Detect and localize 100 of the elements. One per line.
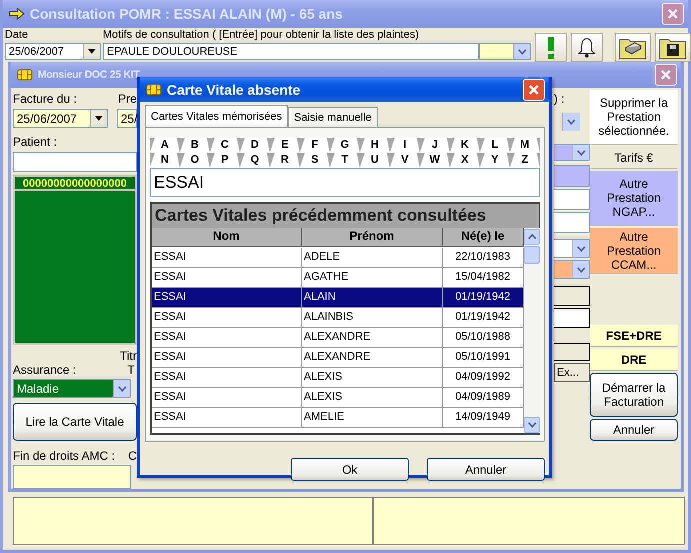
table-cell[interactable]: 04/09/1989	[443, 388, 524, 408]
letter-tab[interactable]: L	[480, 138, 510, 153]
motif-field[interactable]: EPAULE DOULOUREUSE	[103, 43, 479, 60]
notes-field[interactable]	[13, 497, 373, 545]
table-cell[interactable]: ESSAI	[152, 288, 302, 308]
print-button[interactable]	[615, 33, 651, 62]
table-cell[interactable]: ESSAI	[152, 408, 302, 428]
letter-tab[interactable]: K	[450, 138, 480, 153]
letter-tab[interactable]: J	[420, 138, 450, 153]
letter-tab[interactable]: X	[450, 153, 480, 168]
scroll-up-button[interactable]	[524, 229, 540, 245]
action-button[interactable]: Démarrer la Facturation	[590, 373, 678, 417]
ex-button[interactable]: Ex...	[554, 363, 590, 382]
letter-tab[interactable]: T	[330, 153, 360, 168]
letter-tab[interactable]: F	[300, 138, 330, 153]
table-cell[interactable]: ESSAI	[152, 388, 302, 408]
action-button[interactable]: Annuler	[590, 419, 678, 441]
letter-tab[interactable]: E	[270, 138, 300, 153]
table-cell[interactable]: 05/10/1991	[443, 348, 524, 368]
dialog-button[interactable]: Annuler	[427, 458, 545, 481]
table-cell[interactable]: ALEXIS	[302, 388, 443, 408]
column-header[interactable]: Né(e) le	[443, 228, 524, 247]
table-cell[interactable]: 04/09/1992	[443, 368, 524, 388]
side-button[interactable]: Autre Prestation CCAM...	[590, 228, 678, 274]
patient-field[interactable]	[13, 152, 137, 172]
invoice-date-combo[interactable]: 25/06/2007	[13, 109, 108, 128]
letter-tab[interactable]: I	[390, 138, 420, 153]
date-field[interactable]: 25/	[117, 109, 137, 128]
letter-tab[interactable]: U	[360, 153, 390, 168]
letter-tab[interactable]: A	[150, 138, 180, 153]
table-cell[interactable]: ESSAI	[152, 348, 302, 368]
letter-tab[interactable]: C	[210, 138, 240, 153]
tab[interactable]: Cartes Vitales mémorisées	[145, 105, 288, 127]
close-button[interactable]	[523, 78, 545, 100]
combo-box[interactable]	[554, 260, 590, 279]
combo-box[interactable]	[479, 43, 531, 60]
table-cell[interactable]: ESSAI	[152, 368, 302, 388]
letter-tab[interactable]: V	[390, 153, 420, 168]
bell-button[interactable]	[571, 33, 603, 62]
input-field[interactable]	[554, 308, 590, 328]
column-header[interactable]: Nom	[152, 228, 302, 247]
table-cell[interactable]: 01/19/1942	[443, 308, 524, 328]
letter-tab[interactable]: S	[300, 153, 330, 168]
input-field[interactable]	[554, 165, 590, 187]
table-cell[interactable]: 14/09/1949	[443, 408, 524, 428]
table-cell[interactable]: AGATHE	[302, 268, 443, 288]
letter-tab[interactable]: Y	[480, 153, 510, 168]
scroll-thumb[interactable]	[524, 246, 540, 264]
close-button[interactable]	[655, 64, 677, 86]
save-button[interactable]	[655, 33, 691, 62]
table-cell[interactable]: 15/04/1982	[443, 268, 524, 288]
input-field[interactable]	[554, 286, 590, 306]
letter-tab[interactable]: O	[180, 153, 210, 168]
table-cell[interactable]: ADELE	[302, 248, 443, 268]
table-cell[interactable]: ESSAI	[152, 268, 302, 288]
combo-box[interactable]	[554, 239, 590, 258]
input-field[interactable]	[554, 343, 590, 361]
table-cell[interactable]: ALEXANDRE	[302, 328, 443, 348]
input-field[interactable]	[554, 212, 590, 233]
letter-tab[interactable]: R	[270, 153, 300, 168]
letter-tab[interactable]: W	[420, 153, 450, 168]
letter-tab[interactable]: G	[330, 138, 360, 153]
letter-tab[interactable]: Z	[510, 153, 540, 168]
mode-button[interactable]: DRE	[590, 349, 678, 371]
table-cell[interactable]: ALEXANDRE	[302, 348, 443, 368]
letter-tab[interactable]: D	[240, 138, 270, 153]
table-cell[interactable]: 22/10/1983	[443, 248, 524, 268]
date-combo[interactable]: 25/06/2007	[5, 43, 101, 60]
combo-box[interactable]	[554, 144, 590, 161]
scroll-down-button[interactable]	[524, 417, 540, 433]
table-cell[interactable]: AMELIE	[302, 408, 443, 428]
insurance-combo[interactable]: Maladie	[13, 379, 131, 398]
input-field[interactable]	[554, 189, 590, 210]
table-cell[interactable]: 01/19/1942	[443, 288, 524, 308]
search-field[interactable]: ESSAI	[150, 168, 540, 197]
letter-tab[interactable]: P	[210, 153, 240, 168]
letter-tab[interactable]: Q	[240, 153, 270, 168]
side-button[interactable]: Autre Prestation NGAP...	[590, 171, 678, 226]
table-cell[interactable]: ALEXIS	[302, 368, 443, 388]
tab[interactable]: Saisie manuelle	[288, 107, 378, 127]
table-cell[interactable]: ESSAI	[152, 248, 302, 268]
table-cell[interactable]: ALAIN	[302, 288, 443, 308]
scrollbar[interactable]	[524, 228, 540, 433]
side-button[interactable]: Supprimer la Prestation sélectionnée.	[590, 90, 678, 145]
column-header[interactable]: Prénom	[302, 228, 443, 247]
read-card-button[interactable]: Lire la Carte Vitale	[13, 403, 137, 441]
mode-button[interactable]: FSE+DRE	[590, 325, 678, 347]
letter-tab[interactable]: B	[180, 138, 210, 153]
table-cell[interactable]: ESSAI	[152, 308, 302, 328]
table-cell[interactable]: ESSAI	[152, 328, 302, 348]
table-cell[interactable]: ALAINBIS	[302, 308, 443, 328]
letter-tab[interactable]: N	[150, 153, 180, 168]
amc-end-field[interactable]	[13, 465, 131, 489]
notes-field[interactable]	[373, 497, 685, 545]
date-label: Date	[5, 29, 30, 43]
dialog-button[interactable]: Ok	[291, 458, 409, 481]
letter-tab[interactable]: H	[360, 138, 390, 153]
table-cell[interactable]: 05/10/1988	[443, 328, 524, 348]
letter-tab[interactable]: M	[510, 138, 540, 153]
close-button[interactable]	[662, 3, 684, 25]
